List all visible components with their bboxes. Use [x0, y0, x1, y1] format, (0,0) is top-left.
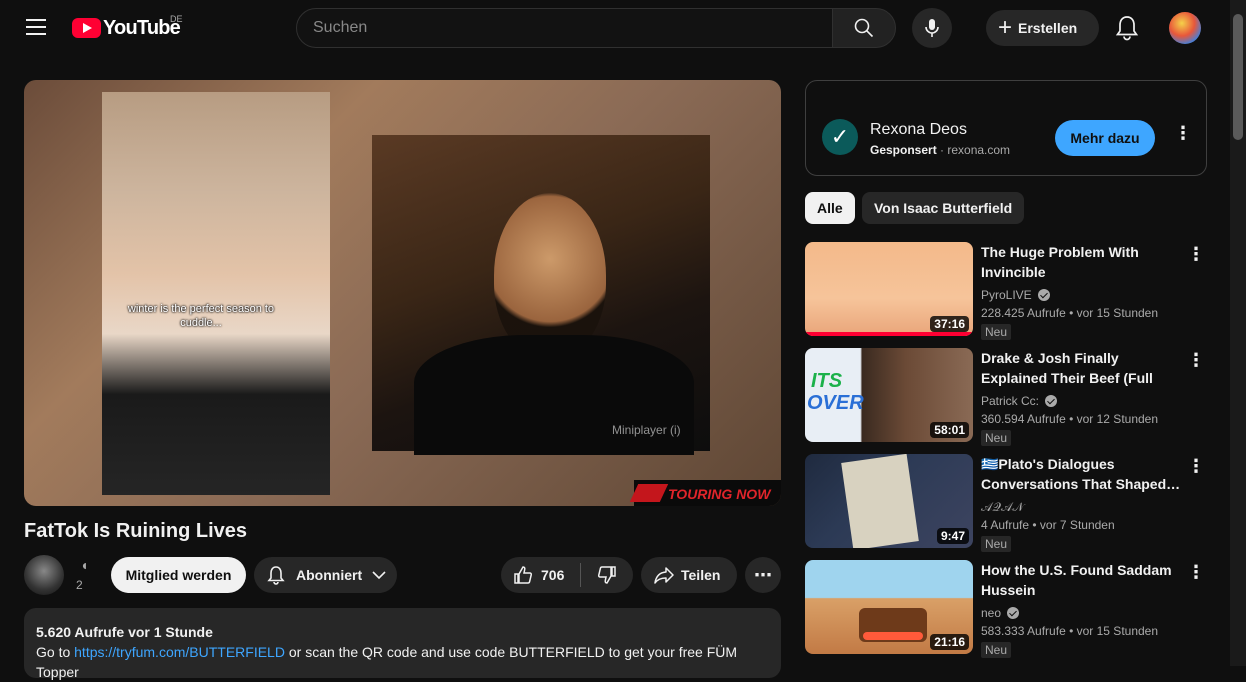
search-icon: [854, 18, 874, 38]
view-stats: 5.620 Aufrufe vor 1 Stunde: [36, 624, 213, 640]
chevron-down-icon: [372, 571, 386, 580]
video-right-clip: [372, 135, 710, 455]
search-button[interactable]: [832, 8, 896, 48]
video-title: FatTok Is Ruining Lives: [24, 520, 247, 542]
thumbs-up-icon: [514, 566, 533, 584]
recommendation-title[interactable]: Drake & Josh Finally Explained Their Bee…: [981, 348, 1181, 388]
scrollbar-thumb[interactable]: [1233, 14, 1243, 140]
chip-all[interactable]: Alle: [805, 192, 855, 224]
country-code: DE: [170, 14, 183, 24]
sponsored-ad-card[interactable]: ✓ Rexona Deos Gesponsert · rexona.com Me…: [805, 80, 1207, 176]
recommendation-channel[interactable]: 𝒜𝒬𝒜𝒩: [981, 500, 1024, 515]
bell-icon: [267, 566, 285, 585]
recommendation-item[interactable]: ITS OVER 58:01 Drake & Josh Finally Expl…: [805, 348, 1207, 446]
more-options-icon[interactable]: ⋮: [1187, 244, 1205, 265]
miniplayer-label[interactable]: Miniplayer (i): [612, 423, 681, 437]
video-left-clip: [102, 92, 330, 495]
video-duration: 9:47: [936, 528, 969, 544]
ad-meta: Gesponsert · rexona.com: [870, 143, 1011, 157]
share-button[interactable]: Teilen: [641, 557, 737, 593]
youtube-logo[interactable]: YouTube DE: [72, 14, 183, 40]
channel-name[interactable]: ◖: [80, 557, 88, 573]
join-button[interactable]: Mitglied werden: [111, 557, 246, 593]
description-box[interactable]: 5.620 Aufrufe vor 1 Stunde Go to https:/…: [24, 608, 781, 680]
new-badge: Neu: [981, 430, 1012, 446]
video-thumbnail[interactable]: 37:16: [805, 242, 973, 336]
video-player[interactable]: winter is the perfect season to cuddle..…: [24, 80, 781, 506]
advertiser-logo: ✓: [822, 119, 858, 155]
like-button[interactable]: 706: [501, 557, 581, 593]
plus-icon: +: [998, 14, 1013, 41]
recommendation-title[interactable]: The Huge Problem With Invincible: [981, 242, 1181, 282]
video-thumbnail[interactable]: 21:16: [805, 560, 973, 654]
subscribed-label: Abonniert: [296, 567, 363, 583]
recommendation-channel[interactable]: neo: [981, 606, 1020, 620]
recommendation-title[interactable]: How the U.S. Found Saddam Hussein: [981, 560, 1181, 600]
more-options-icon[interactable]: ⋮: [1187, 562, 1205, 583]
video-duration: 37:16: [930, 316, 969, 332]
new-badge: Neu: [981, 536, 1012, 552]
thumbnail-text: OVER: [807, 392, 864, 414]
recommendation-item[interactable]: 37:16 The Huge Problem With Invincible P…: [805, 242, 1207, 340]
watch-progress-bar: [805, 332, 973, 336]
chip-channel[interactable]: Von Isaac Butterfield: [862, 192, 1025, 224]
video-thumbnail[interactable]: ITS OVER 58:01: [805, 348, 973, 442]
more-options-icon[interactable]: ⋮: [1187, 350, 1205, 371]
verified-icon: [1045, 395, 1058, 407]
recommendation-item[interactable]: 21:16 How the U.S. Found Saddam Hussein …: [805, 560, 1207, 658]
recommendation-item[interactable]: 9:47 🇬🇷Plato's Dialogues Conversations T…: [805, 454, 1207, 552]
recommendation-title[interactable]: 🇬🇷Plato's Dialogues Conversations That S…: [981, 454, 1181, 494]
ad-domain: rexona.com: [947, 143, 1011, 157]
sponsored-label: Gesponsert: [870, 143, 937, 157]
advertiser-name[interactable]: Rexona Deos: [870, 121, 967, 139]
recommendation-channel[interactable]: Patrick Cc:: [981, 394, 1058, 408]
description-link[interactable]: https://tryfum.com/BUTTERFIELD: [74, 644, 285, 660]
verified-icon: [1037, 289, 1050, 301]
video-duration: 21:16: [930, 634, 969, 650]
channel-avatar[interactable]: [24, 555, 64, 595]
touring-banner: TOURING NOW: [634, 480, 781, 506]
share-label: Teilen: [681, 567, 721, 583]
menu-icon[interactable]: [26, 19, 46, 37]
book-image: [841, 454, 919, 548]
thumbnail-text: ITS: [811, 370, 843, 392]
microphone-icon: [925, 19, 939, 37]
channel-subscribers: 2: [76, 578, 83, 592]
recommendation-channel[interactable]: PyroLIVE: [981, 288, 1050, 302]
create-label: Erstellen: [1018, 20, 1078, 36]
recommendation-stats: 360.594 Aufrufe • vor 12 Stunden: [981, 412, 1159, 426]
account-avatar[interactable]: [1169, 12, 1201, 44]
verified-icon: [1007, 607, 1020, 619]
voice-search-button[interactable]: [912, 8, 952, 48]
recommendation-stats: 583.333 Aufrufe • vor 15 Stunden: [981, 624, 1159, 638]
logo-text: YouTube: [103, 16, 181, 39]
new-badge: Neu: [981, 642, 1012, 658]
ad-cta-button[interactable]: Mehr dazu: [1055, 120, 1155, 156]
video-caption: winter is the perfect season to cuddle..…: [127, 303, 275, 329]
video-duration: 58:01: [930, 422, 969, 438]
video-thumbnail[interactable]: 9:47: [805, 454, 973, 548]
more-options-icon[interactable]: ⋮: [1187, 456, 1205, 477]
create-button[interactable]: + Erstellen: [986, 10, 1099, 46]
subscribed-button[interactable]: Abonniert: [254, 557, 397, 593]
description-text: Go to https://tryfum.com/BUTTERFIELD or …: [36, 644, 738, 680]
new-badge: Neu: [981, 324, 1012, 340]
recommendation-stats: 4 Aufrufe • vor 7 Stunden: [981, 518, 1115, 532]
thumbs-down-icon: [597, 566, 616, 584]
dislike-button[interactable]: [581, 557, 633, 593]
recommendation-stats: 228.425 Aufrufe • vor 15 Stunden: [981, 306, 1159, 320]
ad-more-icon[interactable]: ⋮: [1174, 123, 1192, 144]
more-actions-button[interactable]: ⋯: [745, 557, 781, 593]
top-bar: YouTube DE Suchen + Erstellen: [0, 0, 1230, 56]
share-icon: [654, 567, 674, 584]
notifications-bell-icon[interactable]: [1114, 14, 1140, 42]
youtube-play-icon: [72, 18, 101, 38]
like-count: 706: [541, 567, 565, 583]
like-dislike-group: 706: [501, 557, 633, 593]
search-input[interactable]: Suchen: [296, 8, 833, 48]
